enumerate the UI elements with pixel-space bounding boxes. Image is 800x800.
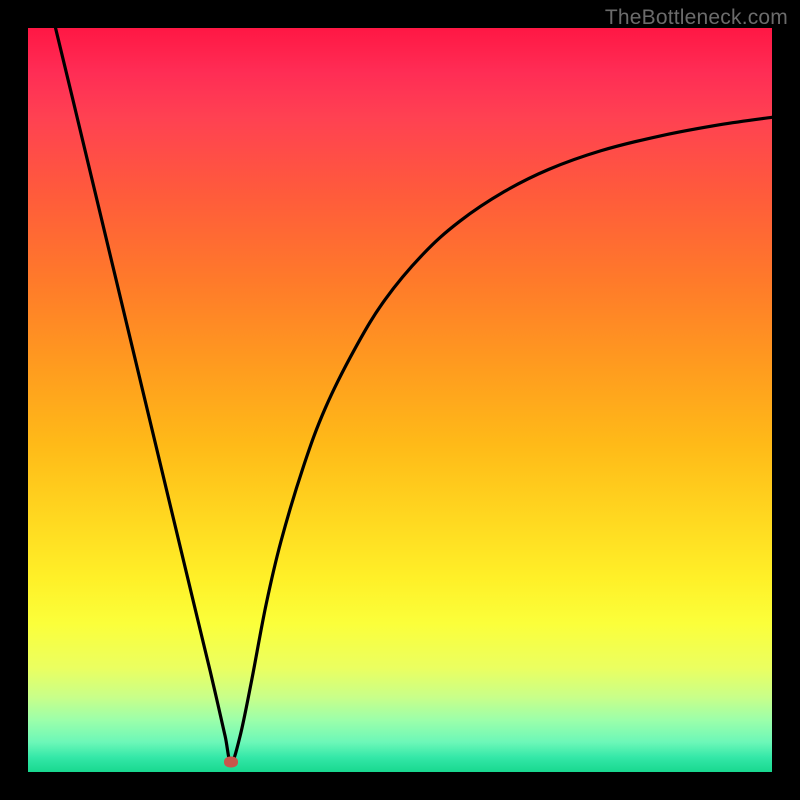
plot-area [28,28,772,772]
bottleneck-curve [56,28,772,762]
watermark-text: TheBottleneck.com [605,6,788,30]
minimum-marker [224,757,238,768]
curve-layer [28,28,772,772]
